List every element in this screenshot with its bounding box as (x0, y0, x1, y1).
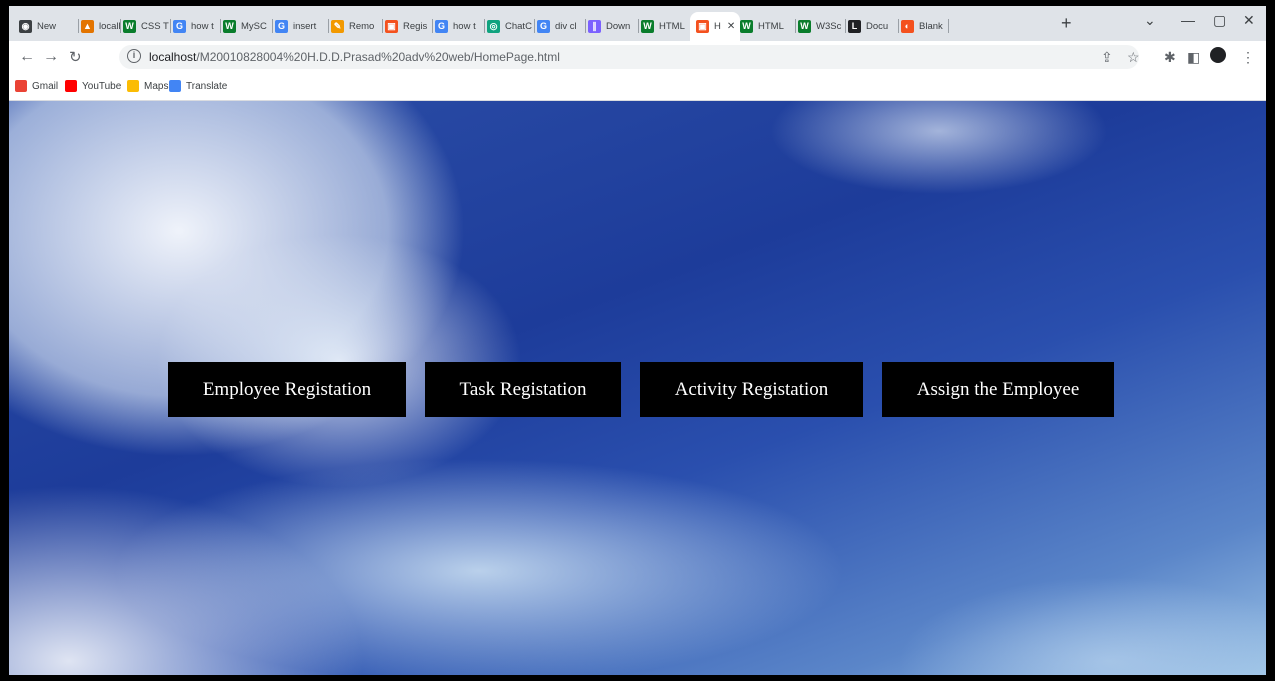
tab-favicon-icon: G (275, 19, 288, 33)
browser-tab[interactable]: ◎ ChatC (483, 13, 535, 39)
browser-toolbar: ← → ↻ i localhost/M20010828004%20H.D.D.P… (9, 41, 1266, 74)
bookmark-icon (127, 80, 139, 92)
browser-tab[interactable]: L Docu (844, 13, 899, 39)
bookmark-item[interactable]: YouTube (65, 80, 121, 92)
tab-favicon-icon: W (223, 19, 236, 33)
bookmark-item[interactable]: Maps (127, 80, 168, 92)
tab-label: Blank (919, 20, 943, 32)
browser-tab[interactable]: ▣ Regis (381, 13, 433, 39)
bookmark-icon (15, 80, 27, 92)
bookmark-icon (169, 80, 181, 92)
bookmark-label: Maps (144, 80, 169, 92)
browser-tab[interactable]: ◉ New (15, 13, 79, 39)
tab-favicon-icon: L (848, 19, 861, 33)
tab-label: MySC (241, 20, 267, 32)
tab-label: Docu (866, 20, 889, 32)
tab-favicon-icon: ◐ (901, 19, 914, 33)
tab-label: insert (293, 20, 317, 32)
url-path: /M20010828004%20H.D.D.Prasad%20adv%20web… (196, 50, 560, 64)
tab-label: Down (606, 20, 631, 32)
close-window-button[interactable]: ✕ (1243, 12, 1255, 29)
url-host: localhost (149, 50, 197, 64)
browser-tab[interactable]: Gdiv cl (533, 13, 586, 39)
site-info-icon[interactable]: i (127, 49, 141, 63)
browser-window: + ⌄ — ▢ ✕ ◉New▲localhWCSS TGhow tWMySCGi… (9, 6, 1266, 675)
tab-label: HTML (659, 20, 685, 32)
reload-icon[interactable]: ↻ (69, 48, 82, 66)
tab-label: New (37, 20, 57, 32)
tab-favicon-icon: W (123, 19, 136, 33)
tab-favicon-icon: ◎ (487, 19, 500, 33)
browser-tab[interactable]: W HTML (637, 13, 692, 39)
task-registration-button[interactable]: Task Registation (425, 362, 621, 417)
tab-favicon-icon: G (173, 19, 186, 33)
tab-label: CSS T (141, 20, 169, 32)
tab-favicon-icon: W (798, 19, 811, 33)
tab-label: localh (99, 20, 121, 32)
bookmark-star-icon[interactable]: ☆ (1127, 49, 1140, 66)
bookmark-label: YouTube (82, 80, 122, 92)
browser-tab[interactable]: ◐ Blank (897, 13, 949, 39)
employee-registration-button[interactable]: Employee Registation (168, 362, 406, 417)
browser-tab[interactable]: ∥ Down (584, 13, 639, 39)
side-panel-icon[interactable]: ◧ (1187, 49, 1200, 66)
menu-icon[interactable]: ⋮ (1241, 49, 1255, 66)
tab-favicon-icon: G (435, 19, 448, 33)
browser-tab[interactable]: W MySC (219, 13, 273, 39)
tab-search-icon[interactable]: ⌄ (1144, 12, 1156, 29)
tab-strip: + ⌄ — ▢ ✕ ◉New▲localhWCSS TGhow tWMySCGi… (9, 6, 1266, 41)
tab-favicon-icon: ∥ (588, 19, 601, 33)
bookmark-label: Gmail (32, 80, 59, 92)
tab-favicon-icon: ▣ (696, 20, 709, 33)
bookmarks-bar: Gmail YouTube Maps Translate (9, 74, 1266, 101)
tab-favicon-icon: ▣ (385, 19, 398, 33)
url-text[interactable]: localhost/M20010828004%20H.D.D.Prasad%20… (149, 50, 560, 64)
tab-favicon-icon: W (641, 19, 654, 33)
tab-label: how t (453, 20, 476, 32)
minimize-button[interactable]: — (1181, 12, 1195, 28)
tab-label: Regis (403, 20, 428, 32)
new-tab-button[interactable]: + (1061, 13, 1072, 34)
tab-label: how t (191, 20, 214, 32)
browser-tab[interactable]: Ghow t (169, 13, 221, 39)
bookmark-icon (65, 80, 77, 92)
profile-avatar[interactable] (1210, 47, 1226, 63)
assign-employee-button[interactable]: Assign the Employee (882, 362, 1114, 417)
restore-button[interactable]: ▢ (1213, 12, 1226, 29)
tab-label: HTML (758, 20, 784, 32)
tab-favicon-icon: ◉ (19, 19, 32, 33)
share-icon[interactable]: ⇪ (1101, 49, 1113, 66)
bookmark-item[interactable]: Translate (169, 80, 227, 92)
tab-label: H (714, 21, 721, 32)
bookmark-label: Translate (186, 80, 228, 92)
tab-favicon-icon: G (537, 19, 550, 33)
activity-registration-button[interactable]: Activity Registation (640, 362, 863, 417)
back-icon[interactable]: ← (19, 48, 35, 66)
tab-separator (948, 19, 949, 33)
browser-tab[interactable]: Ginsert (271, 13, 329, 39)
tab-label: ChatC (505, 20, 532, 32)
extensions-icon[interactable]: ✱ (1164, 49, 1176, 66)
browser-tab[interactable]: W HTML (736, 13, 796, 39)
browser-tab[interactable]: ▲ localh (77, 13, 121, 39)
browser-tab[interactable]: W CSS T (119, 13, 171, 39)
browser-tab[interactable]: ✎ Remo (327, 13, 383, 39)
bookmark-item[interactable]: Gmail (15, 80, 58, 92)
tab-favicon-icon: ✎ (331, 19, 344, 33)
tab-favicon-icon: W (740, 19, 753, 33)
tab-label: Remo (349, 20, 375, 32)
tab-label: div cl (555, 20, 577, 32)
page-background: Employee Registation Task Registation Ac… (9, 101, 1266, 675)
close-tab-icon[interactable]: ✕ (727, 21, 735, 32)
tab-favicon-icon: ▲ (81, 19, 94, 33)
forward-icon[interactable]: → (43, 48, 59, 66)
browser-tab[interactable]: Ghow t (431, 13, 485, 39)
tab-label: W3Sc (816, 20, 842, 32)
address-bar[interactable]: i localhost/M20010828004%20H.D.D.Prasad%… (119, 45, 1139, 69)
browser-tab[interactable]: ▣ H ✕ (690, 12, 740, 41)
browser-tab[interactable]: W W3Sc (794, 13, 846, 39)
